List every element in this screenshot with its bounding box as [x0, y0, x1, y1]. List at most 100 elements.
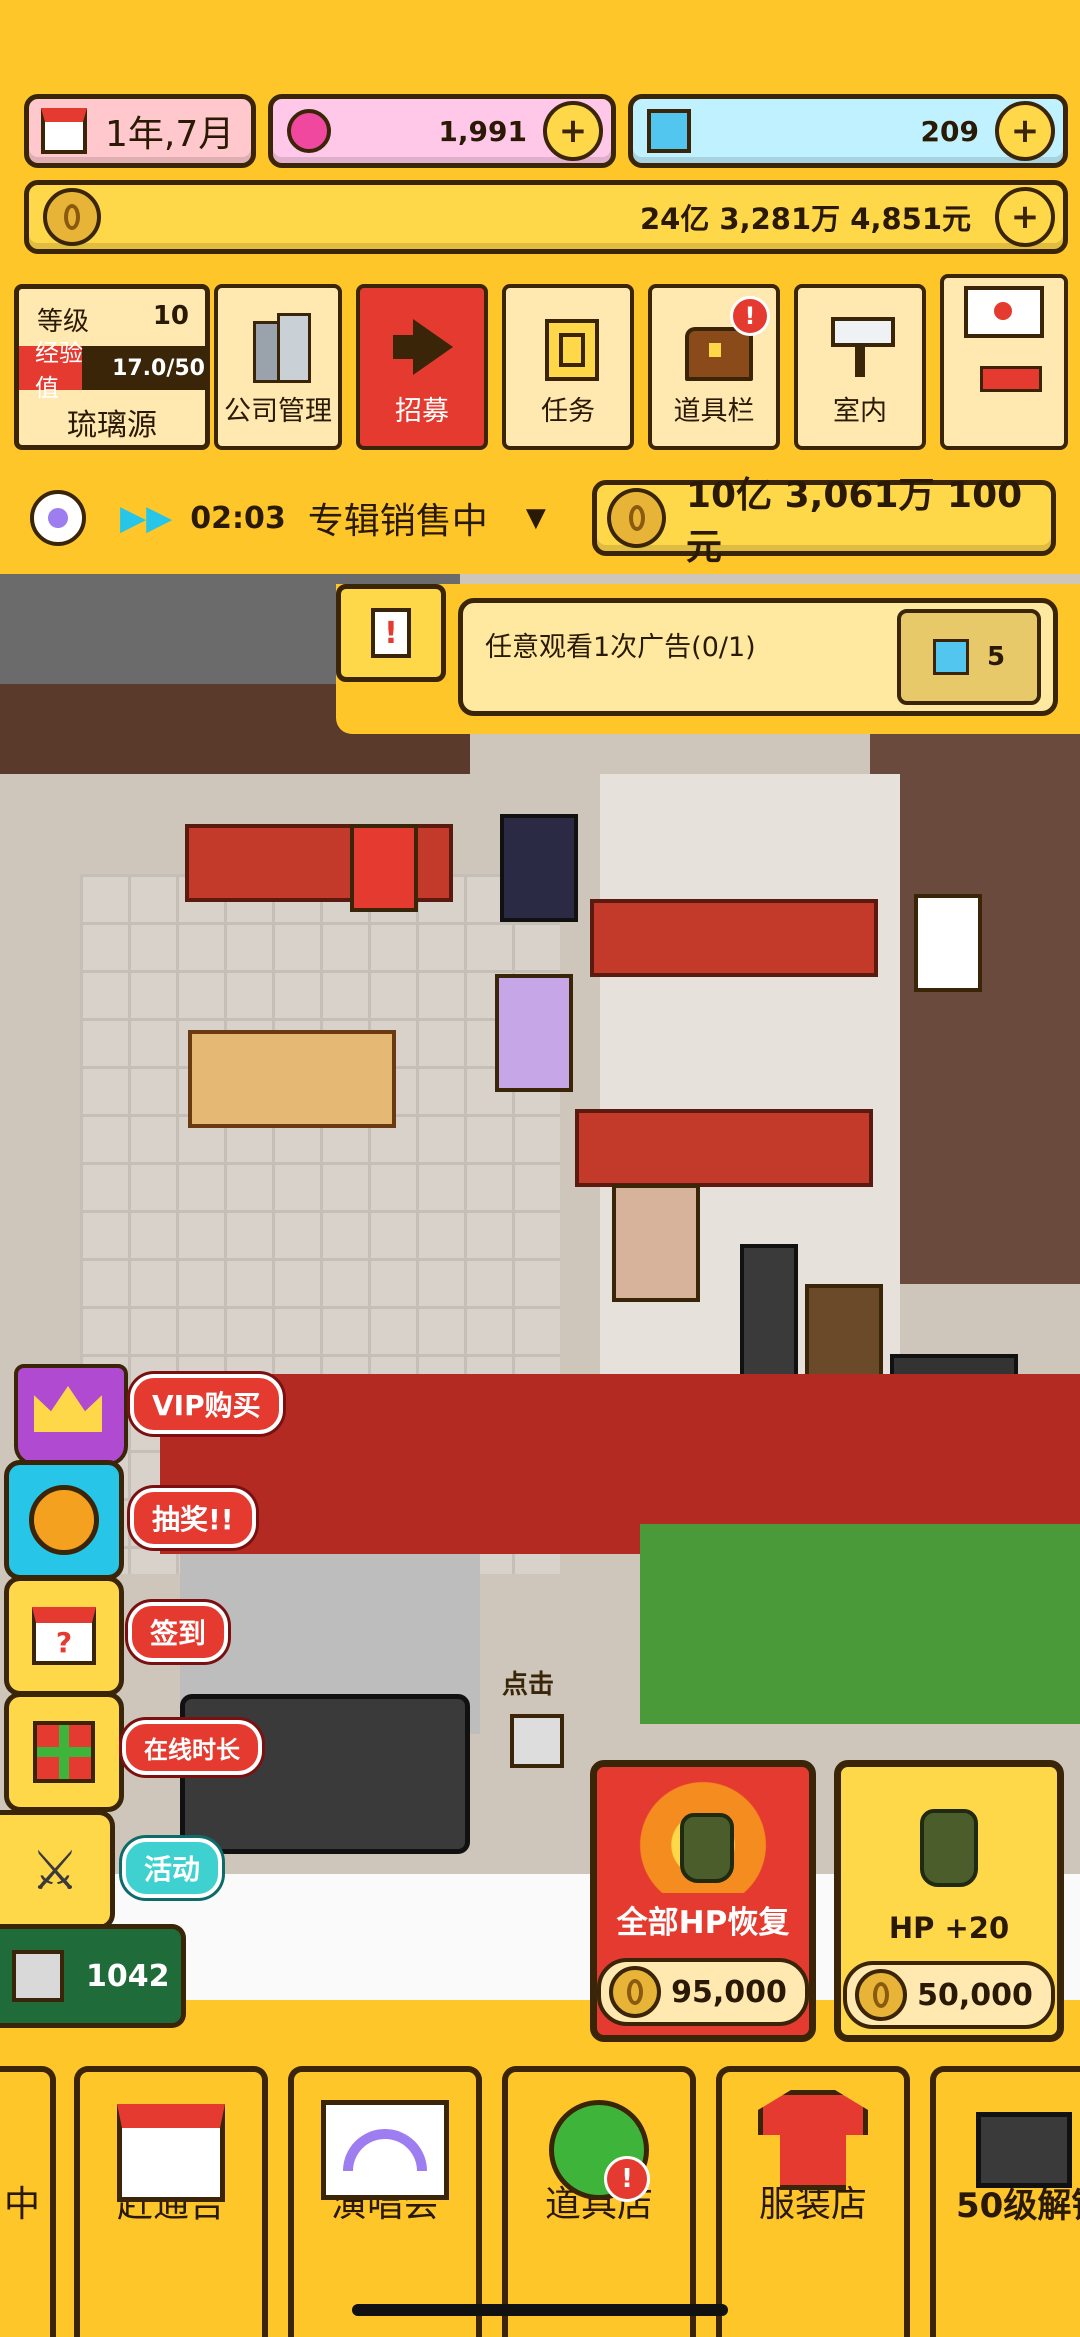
card-title: 全部HP恢复 — [616, 1905, 790, 1941]
reward-amount: 5 — [986, 642, 1006, 672]
sales-amount-panel: 10亿 3,061万 100元 — [592, 475, 1056, 568]
cat-icon[interactable] — [510, 1714, 564, 1768]
sales-status: 专辑销售中 — [307, 501, 488, 542]
event-label: 活动 — [122, 1838, 223, 1898]
menu-label: 任务 — [541, 396, 595, 427]
cat-counter[interactable]: 1042 — [0, 1924, 186, 2028]
date-panel: 1年,7月 — [24, 94, 256, 168]
character[interactable] — [612, 1184, 700, 1302]
profile-card[interactable]: 等级 10 经验值 17.0/50 琉璃源 — [14, 284, 210, 450]
menu-company-management[interactable]: 公司管理 — [214, 284, 342, 450]
menu-label: 室内 — [833, 396, 887, 427]
paint-roller-icon — [825, 313, 895, 379]
building-roof — [870, 724, 1080, 1284]
quest-card: 任意观看1次广告(0/1) 5 — [458, 598, 1058, 716]
new-alert-badge: ! — [604, 2156, 650, 2202]
menu-interior[interactable]: 室内 — [794, 284, 926, 450]
exp-bar: 经验值 17.0/50 — [19, 339, 205, 402]
add-diamonds-button[interactable]: + — [995, 101, 1055, 161]
tab-locked-level-50[interactable]: 50级解锁 — [930, 2066, 1080, 2337]
calendar-icon: ? — [32, 1607, 96, 1665]
gem-icon — [287, 109, 331, 153]
red-counter — [590, 899, 878, 977]
mail-button[interactable] — [940, 274, 1068, 450]
dropdown-icon[interactable]: ▼ — [526, 503, 546, 533]
cat-count: 1042 — [86, 1958, 170, 1994]
camera-icon — [976, 2112, 1072, 2188]
tab-partial[interactable]: 中 — [0, 2066, 56, 2337]
coin-icon — [43, 188, 101, 246]
price-value: 50,000 — [917, 1977, 1033, 2013]
megaphone-icon — [387, 313, 457, 379]
hammer-icon — [980, 366, 1042, 392]
card-title: HP +20 — [888, 1911, 1010, 1945]
price-value: 95,000 — [671, 1974, 787, 2010]
price-button[interactable]: 95,000 — [597, 1958, 809, 2026]
coin-icon — [607, 488, 666, 548]
coin-icon — [609, 1966, 662, 2018]
level-row: 等级 10 — [19, 289, 205, 338]
character[interactable] — [495, 974, 573, 1092]
quest-reward-button[interactable]: 5 — [897, 609, 1041, 705]
garden — [640, 1524, 1080, 1724]
sales-amount: 10亿 3,061万 100元 — [686, 475, 1023, 568]
exclamation-scroll-icon: ! — [371, 608, 411, 658]
album-disc-icon — [30, 490, 86, 546]
menu-label: 招募 — [395, 396, 449, 427]
gems-panel: 1,991 + — [268, 94, 616, 168]
rainbow-stage-icon — [321, 2100, 449, 2200]
level-value: 10 — [152, 301, 189, 331]
tab-item-shop[interactable]: ! 道具店 — [502, 2066, 696, 2337]
exp-value: 17.0/50 — [112, 355, 205, 381]
menu-inventory[interactable]: 道具栏 ! — [648, 284, 780, 450]
money-value: 24亿 3,281万 4,851元 — [639, 202, 971, 236]
checkin-frame: ? — [4, 1576, 124, 1696]
potion-icon — [920, 1809, 978, 1887]
lottery-wheel-frame — [4, 1460, 124, 1580]
lottery-label: 抽奖!! — [130, 1488, 256, 1548]
quest-text: 任意观看1次广告(0/1) — [485, 632, 756, 663]
vip-purchase[interactable]: VIP购买 — [10, 1360, 283, 1470]
lottery-button[interactable]: 抽奖!! — [4, 1460, 264, 1580]
checkin-label: 签到 — [128, 1602, 229, 1662]
crossed-swords-icon: ⚔ — [30, 1838, 80, 1902]
online-time-frame — [4, 1692, 124, 1812]
event-button[interactable]: ⚔ 活动 — [0, 1810, 260, 1930]
calendar-icon — [41, 108, 87, 154]
menu-label: 道具栏 — [673, 396, 755, 427]
building-icon — [243, 313, 313, 383]
menu-tasks[interactable]: 任务 — [502, 284, 634, 450]
checkin-button[interactable]: ? 签到 — [4, 1576, 264, 1696]
hp-plus-card[interactable]: HP +20 50,000 — [834, 1760, 1064, 2042]
trophy-table — [188, 1030, 396, 1128]
event-frame: ⚔ — [0, 1810, 115, 1930]
price-button[interactable]: 50,000 — [843, 1961, 1055, 2029]
character[interactable] — [350, 824, 418, 912]
tab-concert[interactable]: 演唱会 — [288, 2066, 482, 2337]
add-money-button[interactable]: + — [995, 187, 1055, 247]
character[interactable] — [500, 814, 578, 922]
quest-banner[interactable]: ! 任意观看1次广告(0/1) 5 — [336, 584, 1080, 734]
diamonds-value: 209 — [920, 114, 979, 148]
exp-label: 经验值 — [35, 339, 83, 402]
add-gems-button[interactable]: + — [543, 101, 603, 161]
inventory-alert-badge: ! — [730, 296, 770, 336]
calendar-icon — [117, 2104, 225, 2202]
tab-label: 中 — [3, 2184, 40, 2225]
menu-label: 公司管理 — [224, 396, 332, 427]
quest-scroll-button[interactable]: ! — [336, 584, 446, 682]
tab-schedule[interactable]: 赶通告 — [74, 2066, 268, 2337]
diamond-icon — [647, 109, 691, 153]
sales-timer: 02:03 — [190, 500, 286, 536]
potion-icon — [680, 1813, 734, 1883]
tab-clothing-shop[interactable]: 服装店 — [716, 2066, 910, 2337]
diamond-icon — [932, 639, 969, 675]
cat-face-icon — [12, 1950, 64, 2002]
online-time-button[interactable]: 在线时长 — [4, 1692, 264, 1812]
character[interactable] — [914, 894, 982, 992]
menu-recruit[interactable]: 招募 — [356, 284, 488, 450]
full-hp-recovery-card[interactable]: 全部HP恢复 95,000 — [590, 1760, 816, 2042]
fast-forward-icon[interactable]: ▶▶ — [120, 498, 172, 538]
crown-icon — [14, 1364, 128, 1466]
gift-box-icon — [33, 1721, 95, 1783]
